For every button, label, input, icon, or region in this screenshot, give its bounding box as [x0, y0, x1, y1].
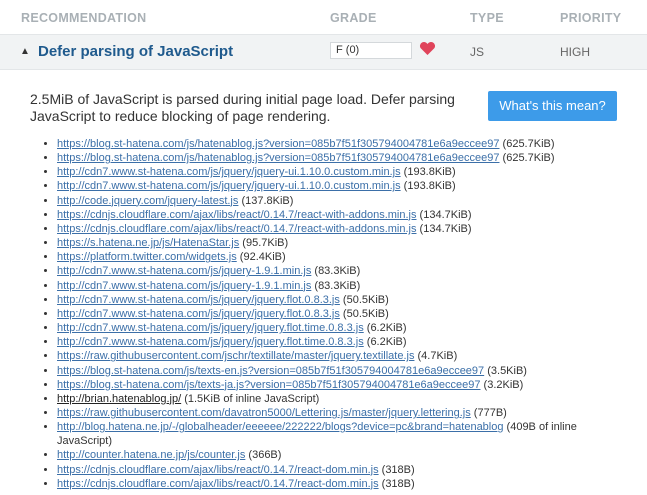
- header-grade: GRADE: [330, 11, 377, 25]
- header-type: TYPE: [470, 11, 504, 25]
- resource-link[interactable]: http://cdn7.www.st-hatena.com/js/jquery/…: [57, 336, 364, 348]
- resource-size: (137.8KiB): [238, 194, 294, 207]
- resource-size: (6.2KiB): [363, 336, 407, 349]
- resource-link[interactable]: http://cdn7.www.st-hatena.com/js/jquery/…: [57, 294, 340, 306]
- resource-item: http://cdn7.www.st-hatena.com/js/jquery/…: [57, 179, 590, 193]
- resource-item: http://cdn7.www.st-hatena.com/js/jquery/…: [57, 307, 590, 321]
- resource-item: http://brian.hatenablog.jp/ (1.5KiB of i…: [57, 392, 590, 406]
- resource-item: http://cdn7.www.st-hatena.com/js/jquery-…: [57, 279, 590, 293]
- resource-link[interactable]: https://cdnjs.cloudflare.com/ajax/libs/r…: [57, 223, 417, 235]
- resource-item: http://code.jquery.com/jquery-latest.js …: [57, 194, 590, 208]
- resource-size: (83.3KiB): [311, 265, 361, 278]
- resource-size: (50.5KiB): [339, 307, 389, 320]
- resource-link[interactable]: https://blog.st-hatena.com/js/hatenablog…: [57, 152, 499, 164]
- resource-size: (193.8KiB): [400, 180, 456, 193]
- resource-link[interactable]: http://cdn7.www.st-hatena.com/js/jquery-…: [57, 265, 311, 277]
- resource-item: http://cdn7.www.st-hatena.com/js/jquery/…: [57, 335, 590, 349]
- resource-size: (318B): [378, 463, 415, 476]
- resource-item: https://blog.st-hatena.com/js/texts-en.j…: [57, 364, 590, 378]
- resource-link[interactable]: http://cdn7.www.st-hatena.com/js/jquery/…: [57, 308, 340, 320]
- resource-size: (777B): [470, 406, 507, 419]
- resource-link[interactable]: https://blog.st-hatena.com/js/hatenablog…: [57, 138, 499, 150]
- resource-size: (50.5KiB): [339, 293, 389, 306]
- resource-size: (83.3KiB): [311, 279, 361, 292]
- resource-link[interactable]: http://counter.hatena.ne.jp/js/counter.j…: [57, 449, 245, 461]
- resource-link[interactable]: https://s.hatena.ne.jp/js/HatenaStar.js: [57, 237, 239, 249]
- resource-item: http://cdn7.www.st-hatena.com/js/jquery/…: [57, 165, 590, 179]
- resource-item: http://cdn7.www.st-hatena.com/js/jquery/…: [57, 293, 590, 307]
- resource-item: https://cdnjs.cloudflare.com/ajax/libs/r…: [57, 222, 590, 236]
- resource-link[interactable]: http://code.jquery.com/jquery-latest.js: [57, 195, 238, 207]
- resource-item: https://cdnjs.cloudflare.com/ajax/libs/r…: [57, 208, 590, 222]
- resource-size: (134.7KiB): [416, 208, 472, 221]
- resource-item: http://cdn7.www.st-hatena.com/js/jquery-…: [57, 264, 590, 278]
- resource-item: https://raw.githubusercontent.com/jschr/…: [57, 349, 590, 363]
- resource-link[interactable]: https://blog.st-hatena.com/js/texts-ja.j…: [57, 379, 481, 391]
- resource-item: https://blog.st-hatena.com/js/hatenablog…: [57, 137, 590, 151]
- resource-link[interactable]: https://cdnjs.cloudflare.com/ajax/libs/r…: [57, 464, 379, 476]
- resource-size: (4.7KiB): [414, 350, 458, 363]
- collapse-toggle-icon[interactable]: ▲: [20, 46, 30, 57]
- table-header: RECOMMENDATION GRADE TYPE PRIORITY: [0, 0, 647, 34]
- resource-size: (1.5KiB of inline JavaScript): [181, 392, 320, 405]
- resource-link[interactable]: http://cdn7.www.st-hatena.com/js/jquery/…: [57, 322, 364, 334]
- resource-link[interactable]: https://cdnjs.cloudflare.com/ajax/libs/r…: [57, 478, 379, 490]
- whats-this-mean-button[interactable]: What's this mean?: [488, 91, 617, 121]
- resource-item: https://blog.st-hatena.com/js/hatenablog…: [57, 151, 590, 165]
- resource-item: https://platform.twitter.com/widgets.js …: [57, 250, 590, 264]
- resource-link[interactable]: http://cdn7.www.st-hatena.com/js/jquery-…: [57, 280, 311, 292]
- type-value: JS: [470, 45, 485, 59]
- priority-value: HIGH: [560, 45, 590, 59]
- resource-size: (3.2KiB): [480, 378, 524, 391]
- resource-item: https://cdnjs.cloudflare.com/ajax/libs/r…: [57, 463, 590, 477]
- resource-item: https://s.hatena.ne.jp/js/HatenaStar.js …: [57, 236, 590, 250]
- resource-item: http://cdn7.www.st-hatena.com/js/jquery/…: [57, 321, 590, 335]
- resource-link[interactable]: https://cdnjs.cloudflare.com/ajax/libs/r…: [57, 209, 417, 221]
- resource-link[interactable]: https://raw.githubusercontent.com/davatr…: [57, 407, 471, 419]
- resource-size: (3.5KiB): [484, 364, 527, 377]
- heart-icon: [419, 41, 436, 59]
- resource-size: (95.7KiB): [239, 237, 289, 250]
- recommendation-row[interactable]: ▲ Defer parsing of JavaScript F (0) JS H…: [0, 34, 647, 70]
- header-recommendation: RECOMMENDATION: [21, 11, 147, 25]
- resource-size: (92.4KiB): [236, 251, 286, 264]
- header-priority: PRIORITY: [560, 11, 622, 25]
- resource-link[interactable]: https://blog.st-hatena.com/js/texts-en.j…: [57, 365, 484, 377]
- resource-item: https://blog.st-hatena.com/js/texts-ja.j…: [57, 378, 590, 392]
- resource-size: (134.7KiB): [416, 222, 472, 235]
- resource-link[interactable]: http://blog.hatena.ne.jp/-/globalheader/…: [57, 421, 503, 433]
- grade-value: F (0): [336, 44, 360, 56]
- resource-item: https://raw.githubusercontent.com/davatr…: [57, 406, 590, 420]
- grade-bar: F (0): [330, 42, 412, 59]
- resource-size: (625.7KiB): [499, 138, 555, 150]
- resource-item: https://cdnjs.cloudflare.com/ajax/libs/r…: [57, 477, 590, 491]
- resource-link[interactable]: https://platform.twitter.com/widgets.js: [57, 251, 237, 263]
- recommendation-title[interactable]: Defer parsing of JavaScript: [38, 43, 233, 60]
- resource-size: (318B): [378, 477, 415, 490]
- resource-size: (366B): [245, 449, 282, 462]
- resource-item: http://counter.hatena.ne.jp/js/counter.j…: [57, 448, 590, 462]
- resource-size: (6.2KiB): [363, 322, 407, 335]
- resource-item: http://blog.hatena.ne.jp/-/globalheader/…: [57, 420, 590, 448]
- resource-list: https://blog.st-hatena.com/js/hatenablog…: [0, 137, 590, 491]
- resource-link[interactable]: http://brian.hatenablog.jp/: [57, 393, 181, 405]
- resource-link[interactable]: https://raw.githubusercontent.com/jschr/…: [57, 350, 414, 362]
- resource-link[interactable]: http://cdn7.www.st-hatena.com/js/jquery/…: [57, 180, 401, 192]
- resource-link[interactable]: http://cdn7.www.st-hatena.com/js/jquery/…: [57, 166, 401, 178]
- resource-size: (625.7KiB): [499, 152, 555, 165]
- summary-text: 2.5MiB of JavaScript is parsed during in…: [30, 91, 455, 124]
- resource-size: (193.8KiB): [400, 166, 456, 179]
